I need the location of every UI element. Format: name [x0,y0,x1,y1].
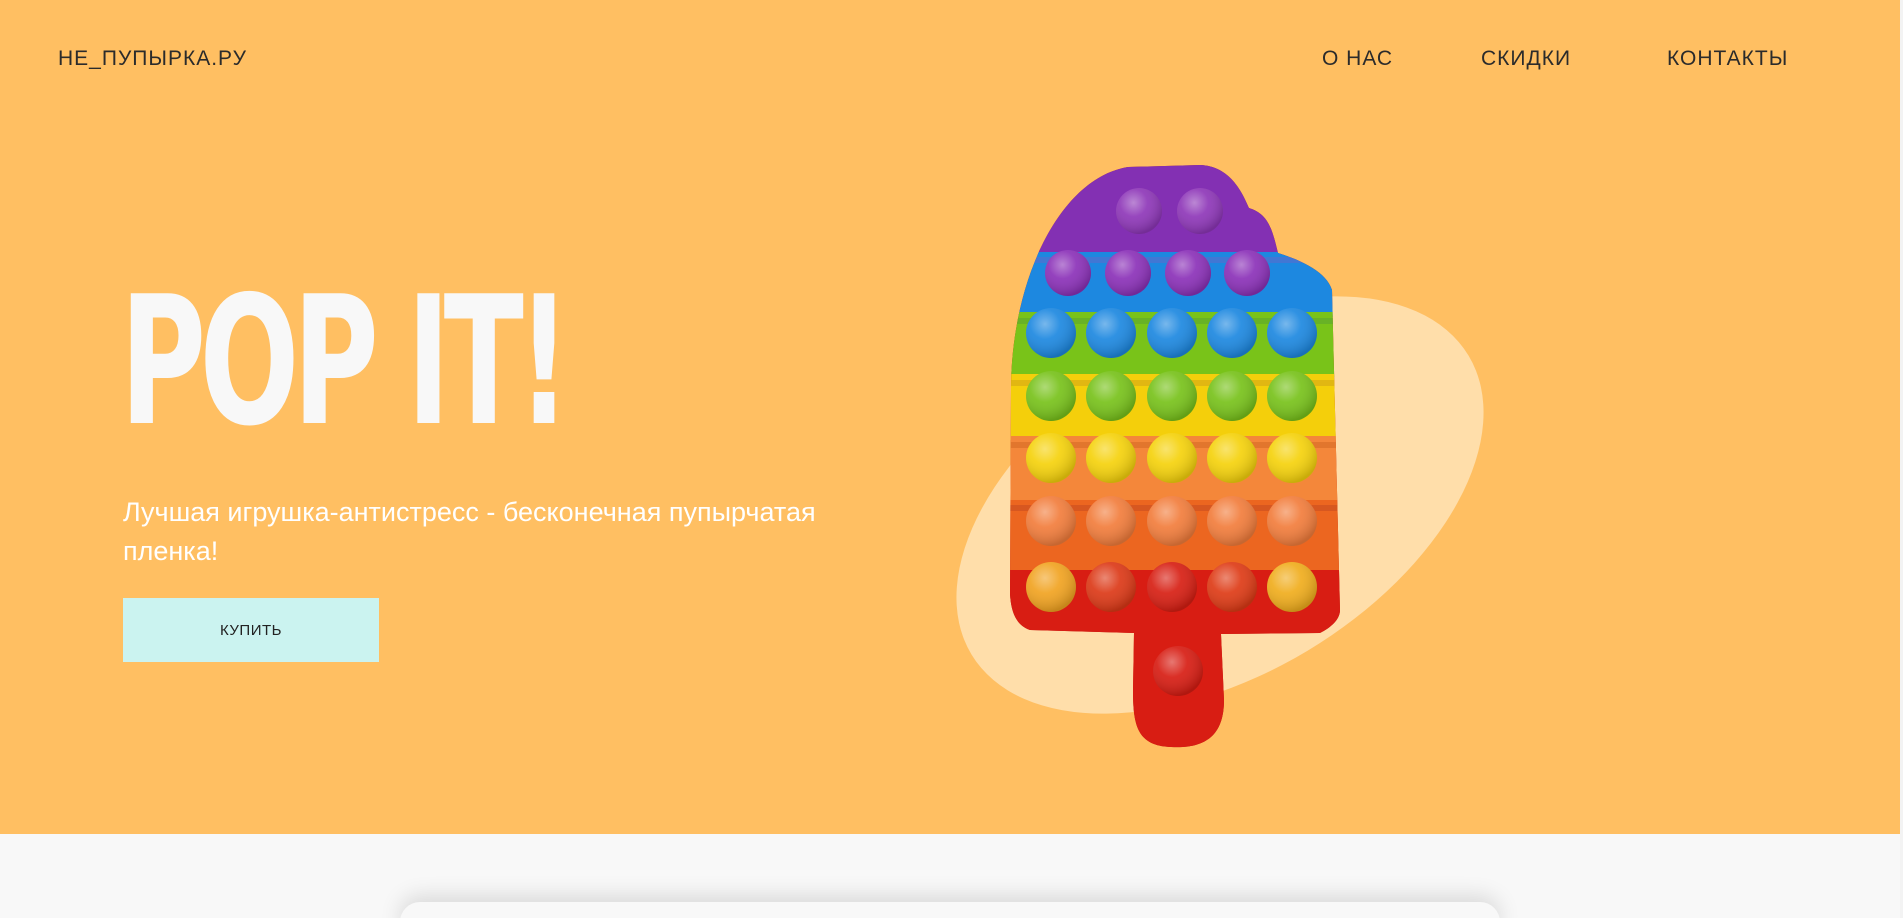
hero-title: POP IT! [120,258,571,465]
next-section [0,834,1900,918]
nav-link-contacts[interactable]: КОНТАКТЫ [1667,47,1788,71]
landing-page: НЕ_ПУПЫРКА.РУ О НАС СКИДКИ КОНТАКТЫ POP … [0,0,1903,918]
hero-subtitle: Лучшая игрушка-антистресс - бесконечная … [123,497,816,566]
buy-button[interactable]: КУПИТЬ [123,598,379,662]
main-navigation: О НАС СКИДКИ КОНТАКТЫ [0,47,1900,77]
nav-link-discounts[interactable]: СКИДКИ [1481,47,1571,71]
content-card-top [400,902,1500,918]
pop-it-product-image [956,165,1484,748]
hero-section: НЕ_ПУПЫРКА.РУ О НАС СКИДКИ КОНТАКТЫ POP … [0,0,1900,834]
nav-link-about[interactable]: О НАС [1322,47,1393,71]
